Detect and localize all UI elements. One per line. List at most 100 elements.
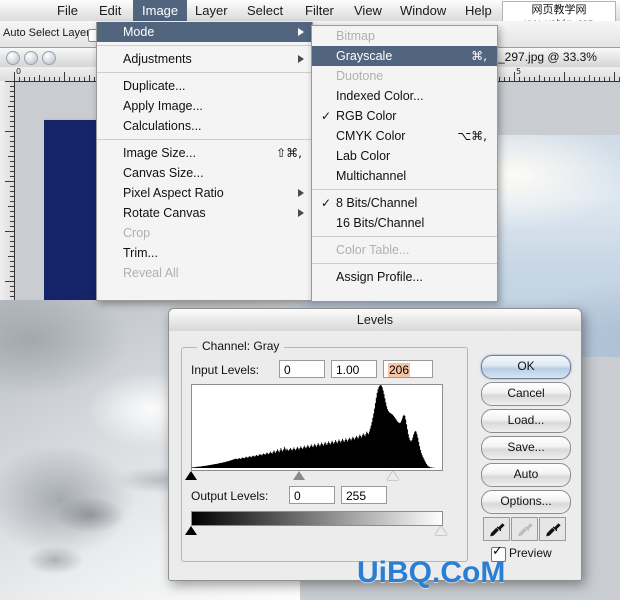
menu-item-bitmap: Bitmap [312,26,497,46]
menu-item-assign-profile[interactable]: Assign Profile... [312,267,497,287]
ruler-tick [10,146,14,147]
ok-button[interactable]: OK [481,355,571,379]
minimize-button[interactable] [24,51,38,65]
ruler-tick [8,256,14,257]
ruler-tick [49,77,50,81]
black-point-eyedropper-icon[interactable] [483,517,510,541]
output-white-field[interactable]: 255 [341,486,387,504]
levels-dialog[interactable]: Levels Channel: Gray Input Levels: 0 1.0… [168,308,582,581]
ruler-tick [529,77,530,81]
input-gamma-slider-handle[interactable] [292,471,305,480]
ruler-tick [5,81,14,82]
navy-rectangle-selection[interactable] [44,120,96,308]
input-gamma-field[interactable]: 1.00 [331,360,377,378]
menu-item-lab-color[interactable]: Lab Color [312,146,497,166]
menu-image[interactable]: Image [133,0,188,21]
input-black-slider-handle[interactable] [185,471,197,480]
menu-item-multichannel[interactable]: Multichannel [312,166,497,186]
menu-item-pixel-aspect-ratio[interactable]: Pixel Aspect Ratio [97,183,312,203]
ruler-tick [559,77,560,81]
ruler-tick [5,131,14,132]
menu-item-rgb-color[interactable]: ✓ RGB Color [312,106,497,126]
ruler-tick [10,101,14,102]
ruler-tick [599,77,600,81]
zoom-button[interactable] [42,51,56,65]
output-levels-row: Output Levels: 0 255 [191,486,441,506]
input-white-field[interactable]: 206 [383,360,433,378]
gray-point-eyedropper-icon[interactable] [511,517,538,541]
menu-item-apply-image[interactable]: Apply Image... [97,96,312,116]
ruler-tick [604,77,605,81]
ruler-tick [8,156,14,157]
close-button[interactable] [6,51,20,65]
menu-item-calculations[interactable]: Calculations... [97,116,312,136]
menu-item-indexed-color[interactable]: Indexed Color... [312,86,497,106]
mode-submenu-dropdown[interactable]: Bitmap Grayscale ⌘, Duotone Indexed Color...… [311,25,498,302]
ruler-label: 0 [16,67,22,76]
ruler-tick [10,226,14,227]
ruler-tick [10,241,14,242]
menu-select[interactable]: Select [238,0,292,21]
menu-item-label: Grayscale [336,49,393,63]
menu-separator [97,139,312,140]
menu-item-mode[interactable]: Mode [97,22,312,42]
auto-button[interactable]: Auto [481,463,571,487]
input-black-field[interactable]: 0 [279,360,325,378]
image-menu-dropdown[interactable]: Mode Adjustments Duplicate... Apply Image..… [96,22,313,301]
menu-item-crop: Crop [97,223,312,243]
ruler-tick [10,271,14,272]
ruler-tick [10,111,14,112]
cancel-button[interactable]: Cancel [481,382,571,406]
menu-item-shortcut: ⌘, [471,49,487,63]
menu-view[interactable]: View [345,0,391,21]
menu-item-canvas-size[interactable]: Canvas Size... [97,163,312,183]
menu-window[interactable]: Window [391,0,455,21]
ruler-tick [94,77,95,81]
watermark-top-chinese: 网页教学网 [531,3,587,16]
ruler-tick [10,246,14,247]
menu-layer[interactable]: Layer [186,0,237,21]
output-black-slider-handle[interactable] [185,526,197,535]
ruler-tick [539,75,540,81]
input-white-slider-handle[interactable] [387,471,399,480]
menu-item-16-bits-channel[interactable]: 16 Bits/Channel [312,213,497,233]
checkmark-icon: ✓ [321,109,332,123]
output-levels-slider[interactable] [185,525,447,537]
ruler-tick [79,77,80,81]
options-button[interactable]: Options... [481,490,571,514]
menu-file[interactable]: File [48,0,87,21]
menu-item-rotate-canvas[interactable]: Rotate Canvas [97,203,312,223]
menu-item-adjustments[interactable]: Adjustments [97,49,312,69]
input-levels-label: Input Levels: [191,363,260,377]
menu-item-label: Duotone [336,69,384,83]
input-levels-slider[interactable] [185,470,443,482]
menu-label: Window [400,3,447,18]
output-white-slider-handle[interactable] [435,526,447,535]
menu-label: Edit [99,3,122,18]
menu-label: Help [465,3,492,18]
load-button[interactable]: Load... [481,409,571,433]
menu-item-grayscale[interactable]: Grayscale ⌘, [312,46,497,66]
ruler-tick [10,276,14,277]
ruler-tick [10,191,14,192]
menu-item-duplicate[interactable]: Duplicate... [97,76,312,96]
menu-item-8-bits-channel[interactable]: ✓ 8 Bits/Channel [312,193,497,213]
menu-help[interactable]: Help [456,0,501,21]
ruler-tick [8,206,14,207]
save-button[interactable]: Save... [481,436,571,460]
menu-item-label: 16 Bits/Channel [336,216,425,230]
menu-item-cmyk-color[interactable]: CMYK Color ⌥⌘, [312,126,497,146]
histogram [191,384,443,471]
ruler-tick [44,77,45,81]
menu-item-trim[interactable]: Trim... [97,243,312,263]
channel-label: Channel: Gray [197,339,285,353]
white-point-eyedropper-icon[interactable] [539,517,566,541]
menu-label: Image [142,3,179,18]
menu-item-shortcut: ⇧⌘, [276,146,302,160]
ruler-tick [8,106,14,107]
menu-edit[interactable]: Edit [90,0,130,21]
menu-filter[interactable]: Filter [296,0,343,21]
menu-item-label: Calculations... [123,119,202,133]
output-black-field[interactable]: 0 [289,486,335,504]
menu-item-image-size[interactable]: Image Size... ⇧⌘, [97,143,312,163]
